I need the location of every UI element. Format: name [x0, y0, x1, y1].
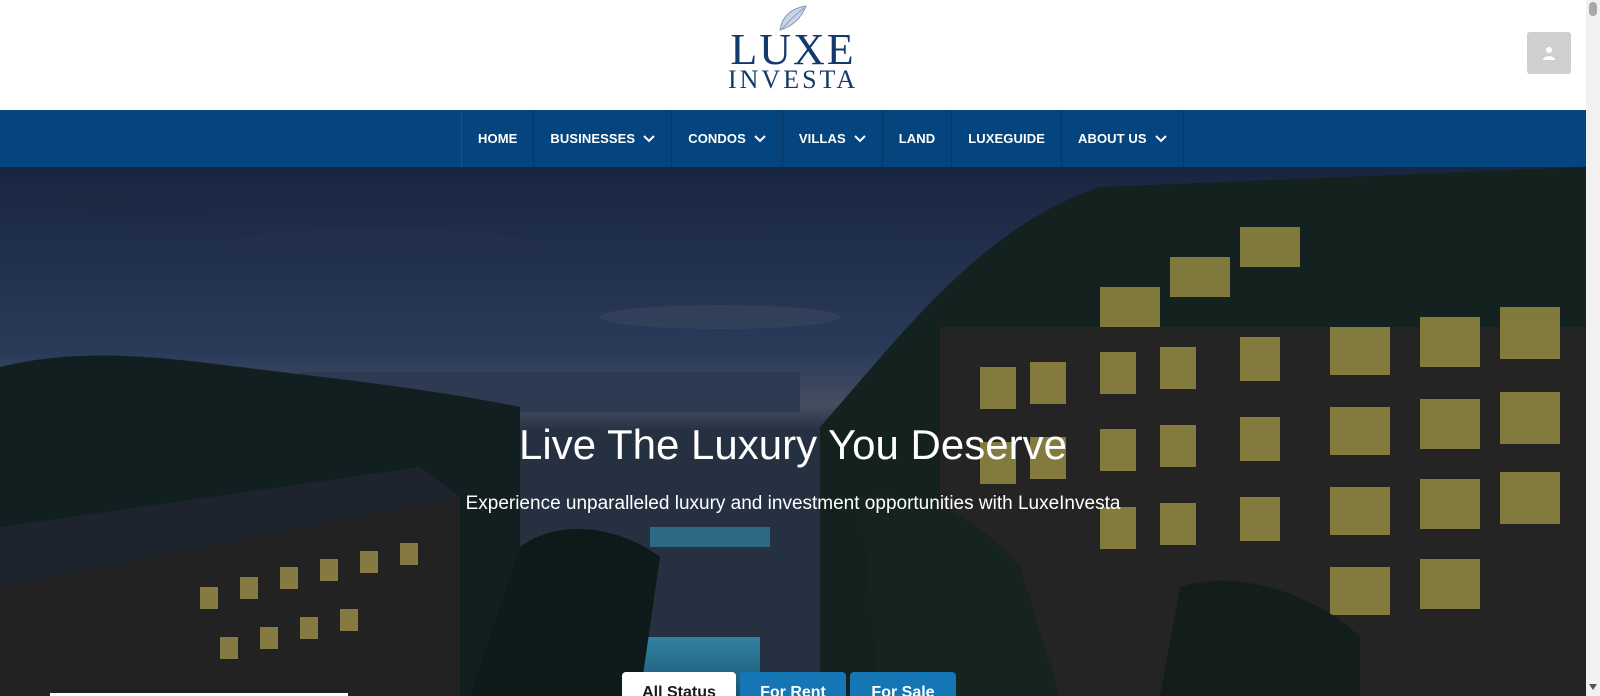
- nav-label: HOME: [478, 131, 518, 146]
- hero-title: Live The Luxury You Deserve: [519, 421, 1067, 468]
- nav-item-businesses[interactable]: BUSINESSES: [534, 110, 673, 167]
- logo-text-bottom: INVESTA: [728, 65, 859, 94]
- tab-label: All Status: [642, 684, 716, 696]
- hero-subtitle: Experience unparalleled luxury and inves…: [465, 493, 1121, 514]
- nav-item-villas[interactable]: VILLAS: [783, 110, 883, 167]
- page-scrollbar[interactable]: [1586, 0, 1600, 696]
- luxeinvesta-logo[interactable]: LUXE INVESTA: [728, 4, 858, 96]
- main-navigation: HOME BUSINESSES CONDOS VILLAS LAND LUXEG…: [0, 110, 1586, 167]
- chevron-down-icon: [754, 134, 766, 143]
- nav-label: BUSINESSES: [550, 131, 636, 146]
- user-icon: [1543, 47, 1555, 60]
- nav-label: CONDOS: [688, 131, 746, 146]
- nav-item-condos[interactable]: CONDOS: [672, 110, 783, 167]
- nav-label: LUXEGUIDE: [968, 131, 1045, 146]
- nav-label: VILLAS: [798, 131, 846, 146]
- nav-label: ABOUT US: [1077, 131, 1147, 146]
- tab-all-status[interactable]: All Status: [622, 672, 736, 696]
- nav-item-land[interactable]: LAND: [883, 110, 953, 167]
- chevron-down-icon: [854, 134, 866, 143]
- tab-label: For Rent: [760, 684, 826, 696]
- nav-label: LAND: [898, 131, 936, 146]
- status-tabs: All Status For Rent For Sale: [622, 672, 956, 696]
- nav-item-about-us[interactable]: ABOUT US: [1062, 110, 1184, 167]
- chevron-down-icon: [643, 134, 655, 143]
- site-header: LUXE INVESTA: [0, 0, 1586, 110]
- nav-menu: HOME BUSINESSES CONDOS VILLAS LAND LUXEG…: [461, 110, 1184, 167]
- user-account-button[interactable]: [1527, 32, 1571, 74]
- tab-for-sale[interactable]: For Sale: [850, 672, 956, 696]
- nav-item-home[interactable]: HOME: [462, 110, 535, 167]
- scrollbar-thumb[interactable]: [1589, 2, 1597, 16]
- scroll-down-arrow-icon[interactable]: [1589, 684, 1597, 690]
- hero-banner: Live The Luxury You Deserve Experience u…: [0, 167, 1586, 696]
- nav-item-luxeguide[interactable]: LUXEGUIDE: [952, 110, 1062, 167]
- tab-for-rent[interactable]: For Rent: [740, 672, 846, 696]
- tab-label: For Sale: [871, 684, 935, 696]
- chevron-down-icon: [1154, 134, 1167, 143]
